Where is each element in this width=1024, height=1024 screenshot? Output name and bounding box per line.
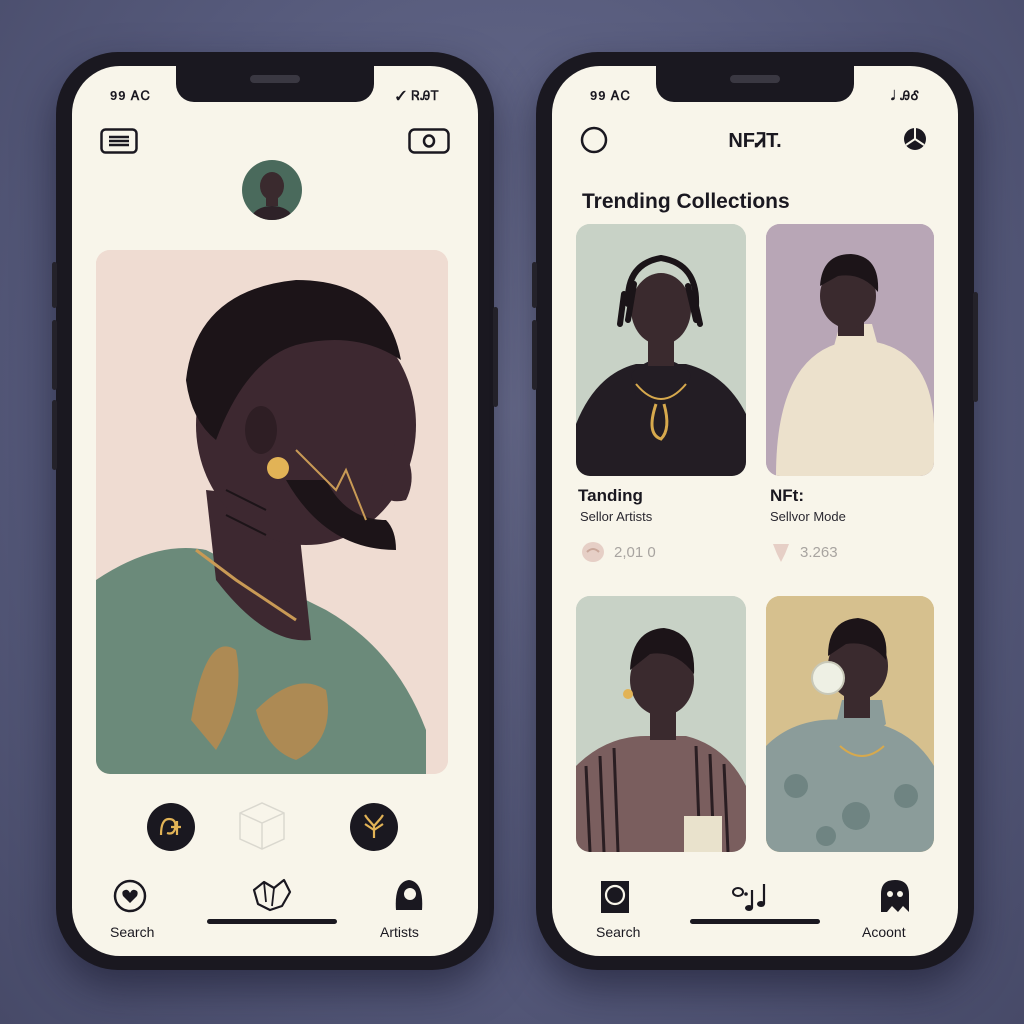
- tab-account[interactable]: Acoont: [862, 924, 906, 940]
- home-indicator[interactable]: [207, 919, 337, 924]
- heart-icon[interactable]: [112, 878, 148, 914]
- tab-search[interactable]: Search: [110, 924, 154, 940]
- coin-icon: [582, 542, 604, 562]
- right-phone: 99 ᎪᏟ 𝅘𝅥 ᎯᎴ NFᏘT. Trending Collections T…: [532, 52, 978, 970]
- status-indicators: 𝅘𝅥 ᎯᎴ: [890, 88, 920, 103]
- status-indicators: ✓ ᏒᎯᎢ: [395, 88, 440, 103]
- status-time: 99 ᎪᏟ: [110, 88, 152, 103]
- tab-search[interactable]: Search: [596, 924, 640, 940]
- drop-icon: [773, 544, 789, 562]
- music-icon[interactable]: [730, 880, 786, 914]
- right-screen: 99 ᎪᏟ 𝅘𝅥 ᎯᎴ NFᏘT. Trending Collections T…: [552, 66, 958, 956]
- camera-icon[interactable]: [408, 128, 450, 154]
- card-subtitle: Sellvor Mode: [770, 509, 846, 524]
- tab-artists[interactable]: Artists: [380, 924, 419, 940]
- pie-icon[interactable]: [902, 126, 928, 152]
- card-stat: 2,01 0: [580, 540, 656, 564]
- collection-card[interactable]: [576, 596, 746, 852]
- card-title: Tanding: [578, 486, 643, 505]
- home-indicator[interactable]: [690, 919, 820, 924]
- left-screen: 99 ᎪᏟ ✓ ᏒᎯᎢ Search Artists: [72, 66, 478, 956]
- avatar[interactable]: [242, 160, 302, 220]
- section-title: Trending Collections: [582, 190, 790, 213]
- hero-artwork[interactable]: [96, 250, 448, 774]
- tree-button[interactable]: [350, 803, 398, 851]
- card-stat-value: 3.263: [800, 543, 838, 561]
- card-subtitle: Sellor Artists: [580, 509, 653, 524]
- artist-icon[interactable]: [390, 874, 428, 914]
- map-icon[interactable]: [250, 876, 294, 916]
- card-stat-value: 2,01 0: [614, 543, 656, 561]
- collection-card[interactable]: [576, 224, 746, 476]
- app-title: NFᏘT.: [728, 130, 782, 152]
- left-phone: 99 ᎪᏟ ✓ ᏒᎯᎢ Search Artists: [52, 52, 498, 970]
- collection-card[interactable]: [766, 224, 934, 476]
- card-title: NFt:: [770, 486, 804, 505]
- ghost-icon[interactable]: [878, 878, 912, 916]
- collection-card[interactable]: [766, 596, 934, 852]
- notch: [656, 66, 854, 102]
- card-stat: 3.263: [770, 540, 838, 564]
- notch: [176, 66, 374, 102]
- menu-icon[interactable]: [100, 128, 138, 154]
- status-time: 99 ᎪᏟ: [590, 88, 632, 103]
- square-icon[interactable]: [600, 880, 630, 914]
- box-icon[interactable]: [232, 799, 292, 851]
- monogram-button[interactable]: [147, 803, 195, 851]
